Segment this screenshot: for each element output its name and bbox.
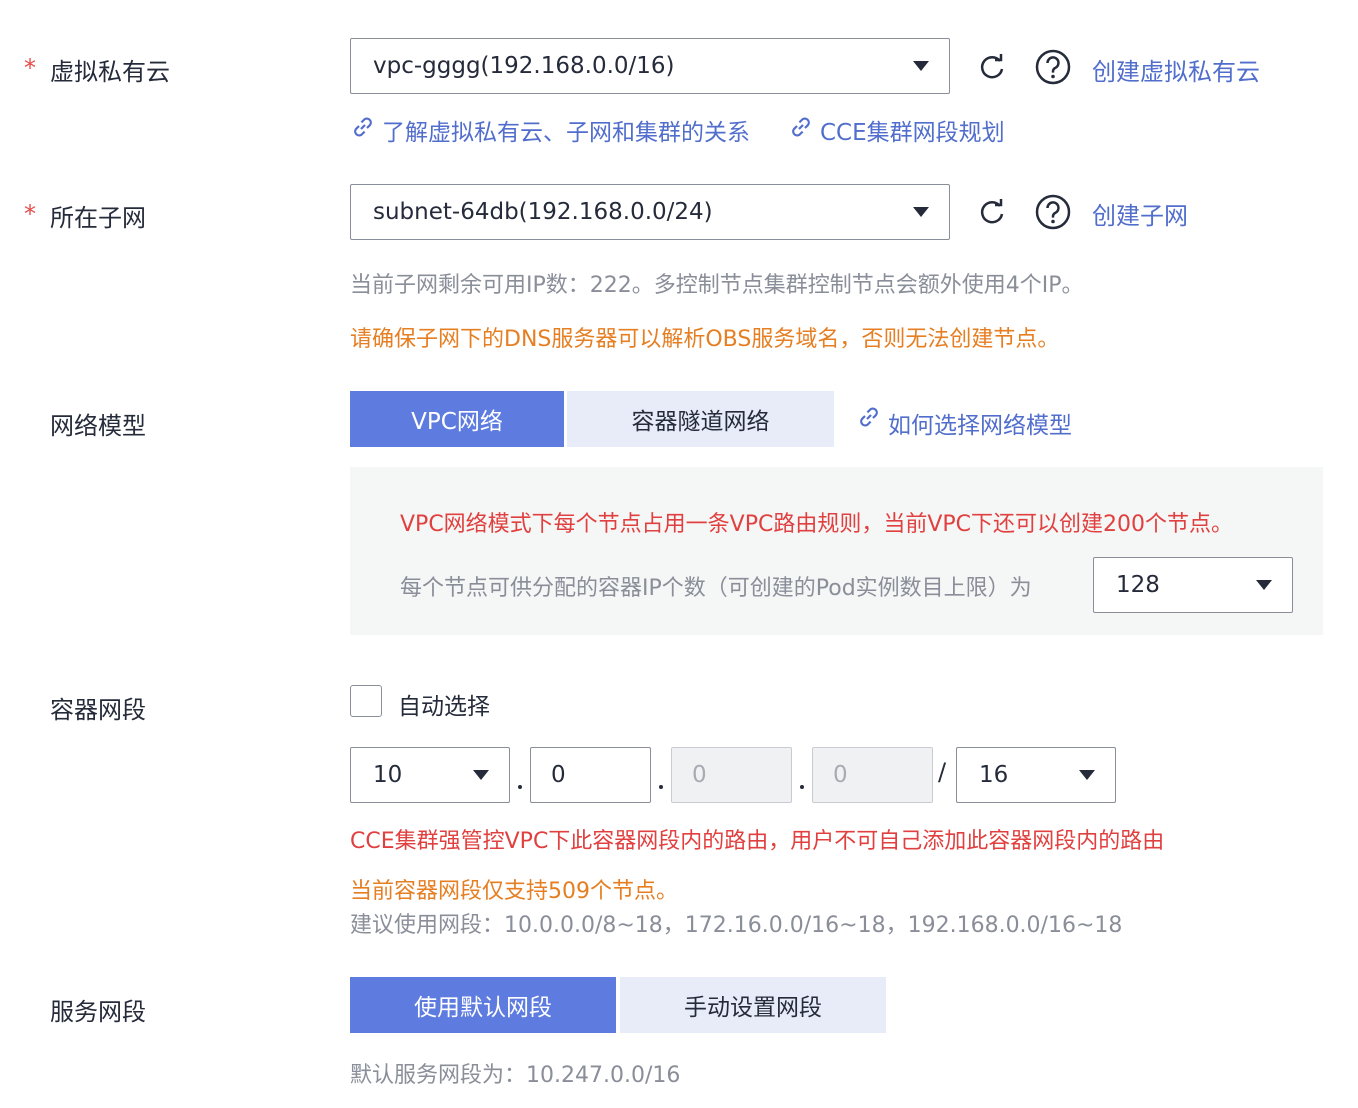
container-cidr-label: 容器网段 [50, 696, 146, 724]
cidr-octet1-value: 10 [373, 762, 403, 788]
service-cidr-label: 服务网段 [50, 998, 146, 1026]
cidr-mask-value: 16 [979, 762, 1009, 788]
cidr-octet2-value: 0 [551, 762, 566, 788]
chevron-down-icon [473, 770, 489, 780]
cidr-slash-separator: / [938, 758, 947, 786]
chevron-down-icon [1256, 580, 1272, 590]
chevron-down-icon [913, 207, 929, 217]
service-cidr-default-hint: 默认服务网段为：10.247.0.0/16 [350, 1063, 681, 1088]
subnet-help-icon[interactable] [1034, 193, 1071, 230]
create-subnet-link[interactable]: 创建子网 [1092, 196, 1188, 231]
cidr-octet4-value: 0 [833, 762, 848, 788]
cidr-octet2-input[interactable]: 0 [530, 747, 651, 803]
help-icon [1035, 49, 1071, 85]
cidr-dot-separator [518, 785, 522, 789]
cidr-octet1-select[interactable]: 10 [350, 747, 510, 803]
auto-select-checkbox[interactable] [350, 685, 382, 717]
vpc-label: 虚拟私有云 [50, 58, 170, 86]
vpc-help-icon[interactable] [1034, 48, 1071, 85]
cidr-octet3-input: 0 [671, 747, 792, 803]
subnet-refresh-icon[interactable] [974, 194, 1010, 230]
help-icon [1035, 194, 1071, 230]
vpc-select[interactable]: vpc-gggg(192.168.0.0/16) [350, 38, 950, 94]
link-icon [350, 114, 376, 144]
subnet-dns-warning: 请确保子网下的DNS服务器可以解析OBS服务域名，否则无法创建节点。 [350, 327, 1060, 352]
cidr-route-warning: CCE集群强管控VPC下此容器网段内的路由，用户不可自己添加此容器网段内的路由 [350, 829, 1165, 854]
link-icon [856, 404, 882, 434]
pod-ip-count-label: 每个节点可供分配的容器IP个数（可创建的Pod实例数目上限）为 [400, 576, 1032, 601]
vpc-relation-link[interactable]: 了解虚拟私有云、子网和集群的关系 [382, 113, 750, 147]
cidr-octet3-value: 0 [692, 762, 707, 788]
network-model-label: 网络模型 [50, 412, 146, 440]
refresh-icon [980, 199, 1004, 224]
chevron-down-icon [913, 61, 929, 71]
cidr-suggestion-hint: 建议使用网段：10.0.0.0/8~18，172.16.0.0/16~18，19… [350, 913, 1123, 938]
subnet-label: 所在子网 [50, 204, 146, 232]
subnet-ip-hint: 当前子网剩余可用IP数：222。多控制节点集群控制节点会额外使用4个IP。 [350, 273, 1084, 298]
create-vpc-link[interactable]: 创建虚拟私有云 [1092, 52, 1260, 87]
chevron-down-icon [1079, 770, 1095, 780]
subnet-select-value: subnet-64db(192.168.0.0/24) [373, 199, 713, 225]
cidr-octet4-input: 0 [812, 747, 933, 803]
pod-ip-count-select[interactable]: 128 [1093, 557, 1293, 613]
vpc-select-value: vpc-gggg(192.168.0.0/16) [373, 53, 675, 79]
service-cidr-option-default[interactable]: 使用默认网段 [350, 977, 616, 1033]
vpc-route-warning: VPC网络模式下每个节点占用一条VPC路由规则，当前VPC下还可以创建200个节… [400, 512, 1234, 537]
cidr-dot-separator [800, 785, 804, 789]
vpc-required-mark: * [24, 54, 36, 82]
network-model-option-tunnel[interactable]: 容器隧道网络 [567, 391, 834, 447]
subnet-select[interactable]: subnet-64db(192.168.0.0/24) [350, 184, 950, 240]
cidr-mask-select[interactable]: 16 [956, 747, 1116, 803]
subnet-required-mark: * [24, 200, 36, 228]
link-icon [788, 114, 814, 144]
pod-ip-count-value: 128 [1116, 572, 1160, 598]
cidr-dot-separator [659, 785, 663, 789]
cidr-node-limit-warning: 当前容器网段仅支持509个节点。 [350, 879, 678, 904]
auto-select-label: 自动选择 [398, 694, 490, 720]
network-model-help-link[interactable]: 如何选择网络模型 [888, 406, 1072, 440]
service-cidr-option-manual[interactable]: 手动设置网段 [620, 977, 886, 1033]
cidr-planning-link[interactable]: CCE集群网段规划 [820, 113, 1005, 147]
vpc-refresh-icon[interactable] [974, 49, 1010, 85]
refresh-icon [980, 54, 1004, 79]
network-model-option-vpc[interactable]: VPC网络 [350, 391, 564, 447]
